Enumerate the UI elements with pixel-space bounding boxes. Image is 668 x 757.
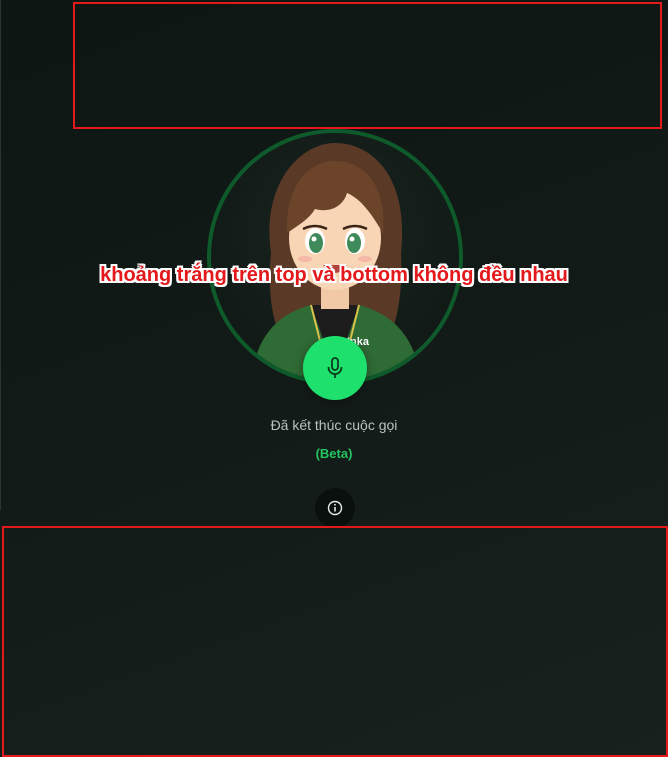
annotation-box-top <box>73 2 662 129</box>
annotation-note: khoảng trắng trên top và bottom không đề… <box>100 264 568 286</box>
annotation-box-bottom <box>2 526 668 757</box>
left-edge-divider <box>0 0 1 510</box>
beta-label: (Beta) <box>315 446 353 461</box>
microphone-icon <box>327 357 343 378</box>
call-status-text: Đã kết thúc cuộc gọi <box>270 417 398 433</box>
info-icon <box>327 500 343 516</box>
microphone-button[interactable] <box>303 336 367 400</box>
info-button[interactable] <box>315 488 355 528</box>
